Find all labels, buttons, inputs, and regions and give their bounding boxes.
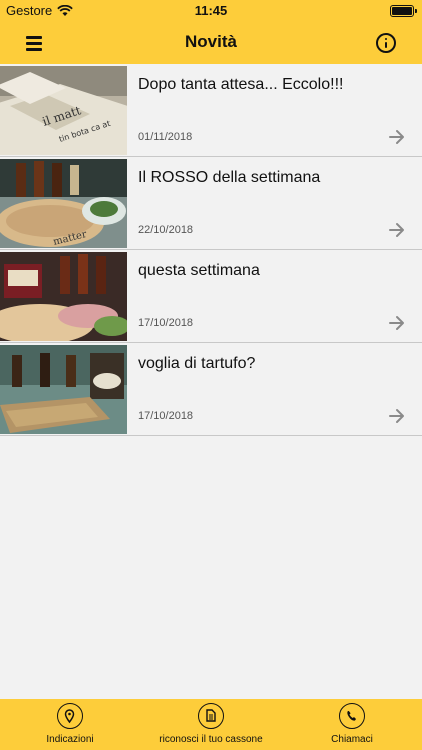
status-time: 11:45 — [194, 3, 228, 18]
tab-label: Chiamaci — [331, 734, 373, 745]
news-item[interactable]: questa settimana 17/10/2018 — [0, 250, 422, 343]
news-date: 17/10/2018 — [138, 317, 194, 329]
news-title: Il ROSSO della settimana — [138, 169, 321, 186]
arrow-right-icon — [389, 409, 404, 423]
news-thumbnail — [0, 345, 127, 434]
news-thumbnail: il matt tin bota ca at — [0, 66, 127, 155]
tab-riconosci-cassone[interactable]: riconosci il tuo cassone — [141, 703, 281, 745]
news-title: Dopo tanta attesa... Eccolo!!! — [138, 76, 344, 93]
news-title: questa settimana — [138, 262, 260, 279]
news-list: il matt tin bota ca at Dopo tanta attesa… — [0, 64, 422, 436]
arrow-right-icon — [389, 316, 404, 330]
tab-label: riconosci il tuo cassone — [159, 734, 263, 745]
phone-icon — [339, 703, 365, 729]
arrow-right-icon — [389, 223, 404, 237]
arrow-right-icon — [389, 130, 404, 144]
document-icon — [198, 703, 224, 729]
news-date: 22/10/2018 — [138, 224, 194, 236]
info-icon-dot — [385, 38, 387, 40]
tab-chiamaci[interactable]: Chiamaci — [282, 703, 422, 745]
news-date: 01/11/2018 — [138, 131, 193, 143]
news-title: voglia di tartufo? — [138, 355, 256, 372]
tab-indicazioni[interactable]: Indicazioni — [0, 703, 140, 745]
news-thumbnail — [0, 252, 127, 341]
news-date: 17/10/2018 — [138, 410, 194, 422]
news-item[interactable]: matter Il ROSSO della settimana 22/10/20… — [0, 157, 422, 250]
page-title: Novità — [185, 32, 237, 51]
nav-bar: Novità — [0, 22, 422, 64]
tab-label: Indicazioni — [46, 734, 94, 745]
news-item[interactable]: voglia di tartufo? 17/10/2018 — [0, 343, 422, 436]
info-icon-bar — [385, 42, 387, 48]
info-button[interactable] — [376, 33, 396, 53]
battery-icon — [390, 5, 417, 17]
location-pin-icon — [57, 703, 83, 729]
status-bar: Gestore 11:45 — [0, 0, 422, 22]
tab-bar: Indicazioni riconosci il tuo cassone Chi… — [0, 699, 422, 750]
news-thumbnail: matter — [0, 159, 127, 248]
news-item[interactable]: il matt tin bota ca at Dopo tanta attesa… — [0, 64, 422, 157]
